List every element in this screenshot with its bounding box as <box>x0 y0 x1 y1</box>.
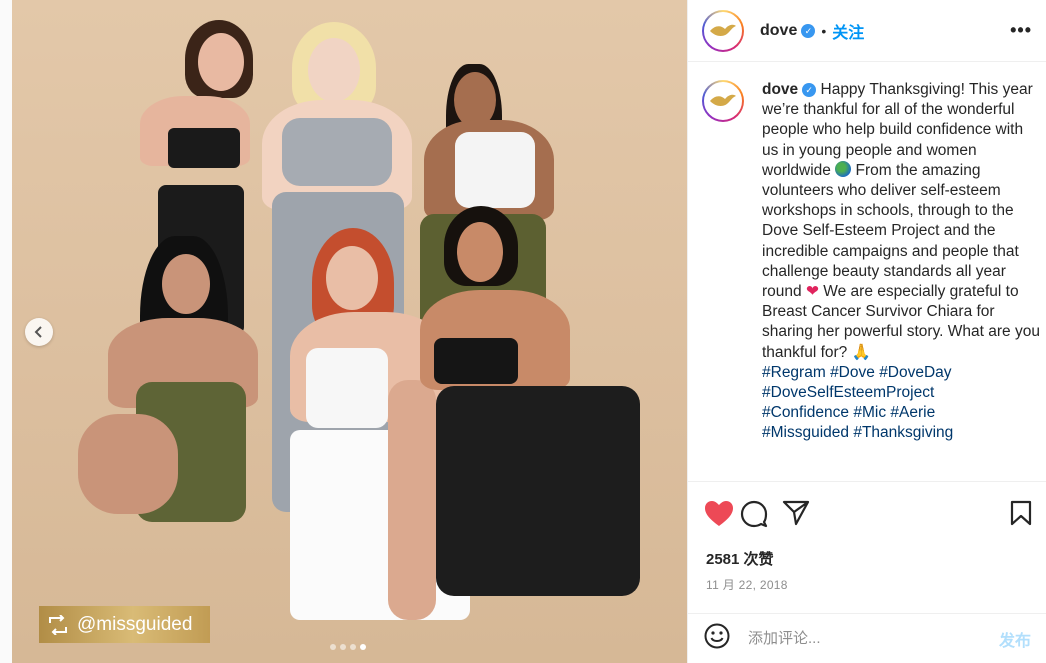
carousel-dot <box>340 644 346 650</box>
repost-icon <box>49 614 67 635</box>
hashtag[interactable]: #Thanksgiving <box>853 424 953 441</box>
header-separator: • <box>821 22 827 39</box>
like-count[interactable]: 2581 次赞 <box>706 548 774 569</box>
hashtag[interactable]: #Missguided <box>762 424 849 441</box>
verified-icon: ✓ <box>802 83 817 97</box>
header-username[interactable]: dove <box>760 22 797 40</box>
hashtag[interactable]: #Dove <box>830 364 875 381</box>
caption-body-3: We are especially grateful to Breast Can… <box>762 283 1040 361</box>
post-photo[interactable]: @missguided <box>0 0 687 663</box>
post-header: dove ✓ • 关注 ••• <box>688 0 1046 62</box>
chevron-left-icon <box>34 326 42 338</box>
caption-body-2: From the amazing volunteers who deliver … <box>762 161 1019 301</box>
post-date: 11 月 22, 2018 <box>706 578 788 592</box>
follow-button[interactable]: 关注 <box>832 19 864 43</box>
avatar[interactable] <box>702 9 744 52</box>
dove-logo-icon <box>710 24 736 36</box>
action-bar <box>704 500 1034 530</box>
comment-icon[interactable] <box>740 500 768 533</box>
carousel-dot <box>330 644 336 650</box>
carousel-prev-button[interactable] <box>25 318 53 346</box>
post-side-panel: dove ✓ • 关注 ••• dove ✓ Happy Thanksgiving… <box>687 0 1046 663</box>
hashtag[interactable]: #Confidence <box>762 404 849 421</box>
hashtag[interactable]: #Regram <box>762 364 826 381</box>
bookmark-icon[interactable] <box>1010 500 1032 531</box>
red-heart-emoji-icon: ❤ <box>805 283 819 301</box>
heart-icon[interactable] <box>704 500 734 533</box>
dove-logo-icon <box>710 94 736 106</box>
photo-left-margin <box>0 0 12 663</box>
more-options-icon[interactable]: ••• <box>1010 20 1032 41</box>
smiley-icon[interactable] <box>704 623 730 654</box>
caption-text: dove ✓ Happy Thanksgiving! This year we’r… <box>762 80 1042 480</box>
carousel-indicator <box>330 644 366 650</box>
hashtag[interactable]: #DoveDay <box>879 364 951 381</box>
comment-input[interactable] <box>748 630 988 647</box>
photo-watermark: @missguided <box>39 606 210 643</box>
hashtag[interactable]: #DoveSelfEsteemProject <box>762 384 934 401</box>
divider <box>688 481 1046 482</box>
share-icon[interactable] <box>782 500 810 531</box>
carousel-dot <box>350 644 356 650</box>
praying-hands-emoji-icon: 🙏 <box>851 343 871 361</box>
caption-username[interactable]: dove <box>762 81 798 98</box>
hashtag[interactable]: #Mic <box>853 404 886 421</box>
post-comment-button[interactable]: 发布 <box>999 627 1031 651</box>
verified-icon: ✓ <box>801 23 816 38</box>
caption-avatar[interactable] <box>702 80 744 122</box>
globe-emoji-icon <box>835 160 852 177</box>
hashtag[interactable]: #Aerie <box>890 404 935 421</box>
watermark-text: @missguided <box>77 613 193 635</box>
carousel-dot-active <box>360 644 366 650</box>
comment-bar: 发布 <box>688 613 1046 663</box>
post-caption: dove ✓ Happy Thanksgiving! This year we’r… <box>702 80 1042 480</box>
